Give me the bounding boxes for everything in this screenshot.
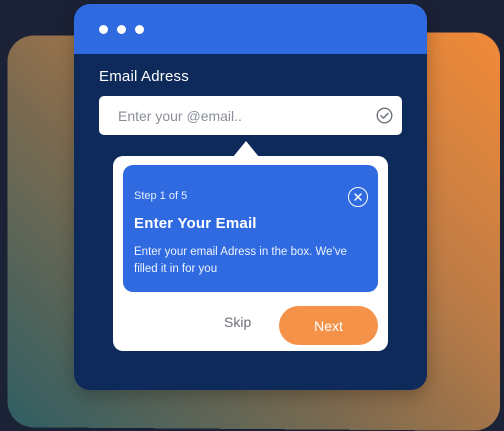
check-circle-icon bbox=[375, 107, 393, 125]
email-input[interactable] bbox=[118, 107, 375, 124]
app-window: Email Adress Step 1 of 5 Enter Your Emai… bbox=[74, 4, 427, 390]
close-button[interactable] bbox=[348, 187, 368, 207]
titlebar-dot-2 bbox=[117, 24, 126, 34]
titlebar-dot-1 bbox=[99, 24, 108, 34]
stage: Email Adress Step 1 of 5 Enter Your Emai… bbox=[0, 0, 504, 431]
skip-button[interactable]: Skip bbox=[224, 314, 251, 330]
titlebar-dot-3 bbox=[135, 24, 144, 34]
email-input-container bbox=[99, 96, 402, 135]
popover-arrow bbox=[233, 141, 259, 157]
onboarding-popover: Step 1 of 5 Enter Your Email Enter your … bbox=[113, 141, 388, 351]
window-titlebar bbox=[74, 4, 427, 54]
tip-body: Enter your email Adress in the box. We'v… bbox=[134, 246, 347, 275]
step-indicator: Step 1 of 5 bbox=[134, 190, 188, 202]
close-icon bbox=[353, 192, 363, 202]
email-field-label: Email Adress bbox=[99, 68, 189, 85]
next-button[interactable]: Next bbox=[279, 306, 378, 345]
tip-title: Enter Your Email bbox=[134, 215, 257, 232]
onboarding-tip-card: Step 1 of 5 Enter Your Email Enter your … bbox=[123, 165, 378, 292]
